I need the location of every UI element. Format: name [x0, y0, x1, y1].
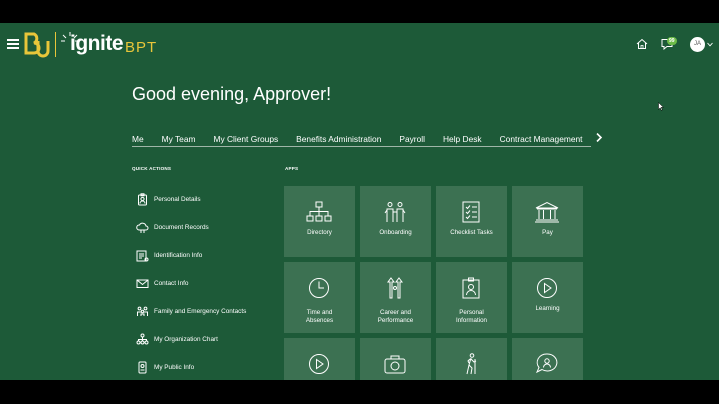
checklist-icon	[458, 201, 484, 223]
tab-contract-management[interactable]: Contract Management	[500, 134, 583, 146]
logo-divider	[55, 32, 56, 57]
tab-bar: Me My Team My Client Groups Benefits Admini…	[132, 129, 591, 147]
quick-action-label: Contact Info	[154, 280, 189, 287]
tab-my-team[interactable]: My Team	[162, 134, 196, 146]
camera-icon	[382, 353, 408, 375]
page-greeting: Good evening, Approver!	[132, 84, 332, 104]
chevron-down-icon[interactable]	[707, 42, 713, 47]
tab-benefits-administration[interactable]: Benefits Administration	[296, 134, 381, 146]
app-tile-label: Onboarding	[379, 229, 412, 236]
baylor-bu-logo[interactable]	[24, 31, 50, 59]
org-chart-icon	[136, 333, 149, 346]
app-tile-label: Learning	[535, 305, 560, 312]
family-icon	[136, 305, 149, 318]
id-card-icon	[136, 249, 149, 262]
app-tile-directory[interactable]: Directory	[284, 186, 355, 257]
quick-action-label: My Organization Chart	[154, 336, 218, 343]
app-tile-label: Personal Information	[456, 309, 487, 324]
app-tile-onboarding[interactable]: Onboarding	[360, 186, 431, 257]
apps-heading: APPS	[285, 166, 299, 171]
quick-action-label: Document Records	[154, 224, 209, 231]
bpt-logo-text: BPT	[125, 39, 158, 56]
app-tile-learning[interactable]: Learning	[512, 262, 583, 333]
app-tile-label: Checklist Tasks	[450, 229, 493, 236]
career-icon	[382, 277, 408, 299]
quick-actions-heading: QUICK ACTIONS	[132, 166, 172, 171]
mouse-cursor-icon	[658, 102, 664, 111]
app-tile-hiker[interactable]	[436, 338, 507, 380]
tab-my-client-groups[interactable]: My Client Groups	[213, 134, 278, 146]
app-tile-career-and-performance[interactable]: Career and Performance	[360, 262, 431, 333]
app-tile-label: Pay	[542, 229, 553, 236]
clock-icon	[306, 277, 332, 299]
app-tile-camera[interactable]	[360, 338, 431, 380]
envelope-icon	[136, 277, 149, 290]
tab-me[interactable]: Me	[132, 134, 144, 146]
app-tile-personal-information[interactable]: Personal Information	[436, 262, 507, 333]
directory-icon	[306, 201, 332, 223]
app-tile-label: Time and Absences	[305, 309, 334, 324]
quick-action-label: Personal Details	[154, 196, 201, 203]
user-avatar[interactable]: JA	[690, 37, 705, 52]
tab-payroll[interactable]: Payroll	[399, 134, 425, 146]
chat-person-icon	[534, 353, 560, 375]
quick-action-label: Identification Info	[154, 252, 203, 259]
app-tile-play-circle[interactable]	[284, 338, 355, 380]
app-tile-chat-person[interactable]	[512, 338, 583, 380]
app-tile-pay[interactable]: Pay	[512, 186, 583, 257]
document-cloud-icon	[136, 221, 149, 234]
hiker-icon	[458, 353, 484, 375]
ignite-logo-text: ignite	[70, 32, 124, 55]
home-icon[interactable]	[636, 38, 648, 50]
bank-icon	[534, 201, 560, 223]
app-tile-label: Directory	[307, 229, 332, 236]
notification-count-badge: 99	[667, 37, 677, 45]
menu-icon[interactable]	[7, 39, 19, 49]
app-tile-label: Career and Performance	[377, 309, 414, 324]
app-tile-checklist-tasks[interactable]: Checklist Tasks	[436, 186, 507, 257]
app-tile-time-and-absences[interactable]: Time and Absences	[284, 262, 355, 333]
onboarding-icon	[382, 201, 408, 223]
tab-help-desk[interactable]: Help Desk	[443, 134, 482, 146]
play-circle-icon	[534, 277, 560, 299]
top-navigation-bar: ignite BPT 99 JA	[0, 23, 719, 69]
chevron-right-icon[interactable]	[595, 133, 603, 142]
play-circle-icon	[306, 353, 332, 375]
person-badge-icon	[136, 193, 149, 206]
app-screen: ignite BPT 99 JA Good evening, Approver!…	[0, 23, 719, 380]
quick-action-label: My Public Info	[154, 364, 195, 371]
quick-action-label: Family and Emergency Contacts	[154, 308, 247, 315]
public-info-icon	[136, 361, 149, 374]
personal-info-icon	[458, 277, 484, 299]
